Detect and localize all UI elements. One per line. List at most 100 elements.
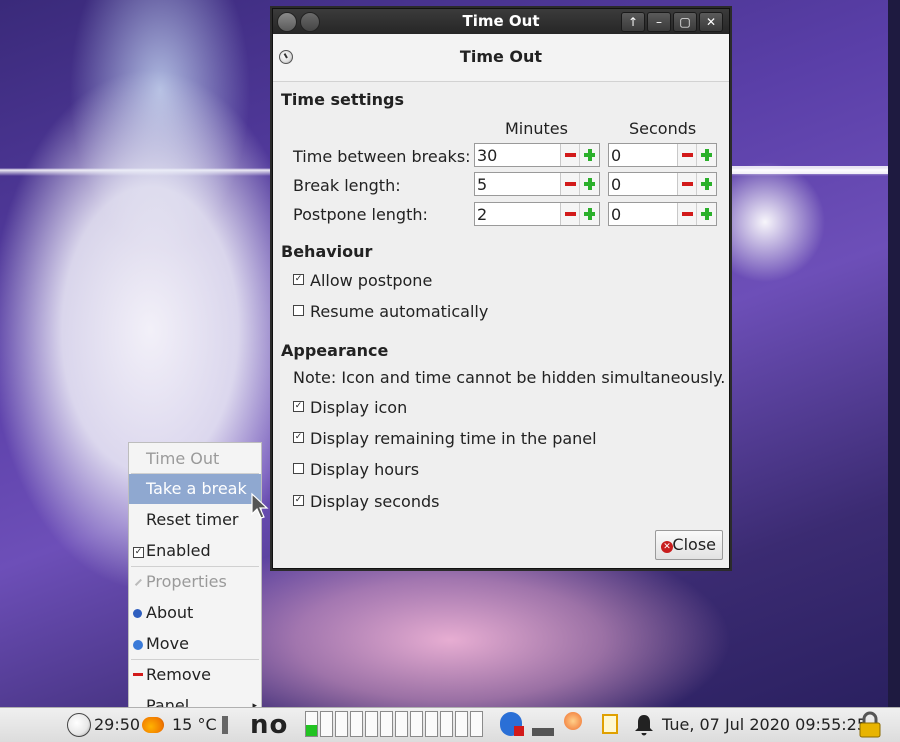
checkbox-checked[interactable]: ✓ xyxy=(293,432,304,443)
menu-item-move[interactable]: Move xyxy=(129,629,261,659)
properties-icon xyxy=(132,576,142,586)
postpone-length-seconds[interactable]: 0 xyxy=(608,202,717,226)
notification-bell-icon[interactable] xyxy=(632,713,656,737)
resume-automatically-checkbox[interactable]: Resume automatically xyxy=(293,302,488,321)
time-out-dialog: Time Out ↑ – ▢ ✕ Time Out Time settings … xyxy=(272,8,730,569)
close-button-label: Close xyxy=(672,535,716,554)
volume-icon[interactable] xyxy=(222,716,242,734)
appearance-note: Note: Icon and time cannot be hidden sim… xyxy=(293,368,726,387)
menu-item-reset-timer[interactable]: Reset timer xyxy=(129,505,261,535)
display-remaining-time-checkbox[interactable]: ✓ Display remaining time in the panel xyxy=(293,429,597,448)
cpu-bar xyxy=(470,711,483,737)
checkbox-unchecked[interactable] xyxy=(293,305,304,316)
remove-icon xyxy=(133,673,143,676)
window-maximize-button[interactable]: ▢ xyxy=(673,12,697,32)
time-out-timer[interactable]: 29:50 xyxy=(94,715,140,734)
close-icon: ✕ xyxy=(661,541,673,553)
spin-value: 30 xyxy=(477,146,498,165)
cpu-monitor-label: no xyxy=(250,710,289,740)
clipboard-icon[interactable] xyxy=(602,714,618,734)
checkbox-unchecked[interactable] xyxy=(293,463,304,474)
minus-icon[interactable] xyxy=(682,182,693,186)
spin-value: 2 xyxy=(477,205,488,224)
cpu-bar xyxy=(380,711,393,737)
window-close-button[interactable]: ✕ xyxy=(699,12,723,32)
postpone-length-minutes[interactable]: 2 xyxy=(474,202,600,226)
break-length-minutes[interactable]: 5 xyxy=(474,172,600,196)
minutes-column-header: Minutes xyxy=(505,119,568,138)
postpone-length-label: Postpone length: xyxy=(293,205,428,224)
window-minimize-button[interactable]: – xyxy=(647,12,671,32)
display-icon-label: Display icon xyxy=(310,398,408,417)
resume-automatically-label: Resume automatically xyxy=(310,302,489,321)
wallpaper-light-stripe xyxy=(730,166,890,174)
minus-icon[interactable] xyxy=(565,153,576,157)
display-hours-checkbox[interactable]: Display hours xyxy=(293,460,419,479)
allow-postpone-checkbox[interactable]: ✓ Allow postpone xyxy=(293,271,432,290)
network-icon[interactable] xyxy=(532,712,554,736)
appearance-heading: Appearance xyxy=(281,341,389,360)
menu-item-enabled[interactable]: ✓ Enabled xyxy=(129,536,261,566)
cpu-bar xyxy=(335,711,348,737)
checkbox-checked[interactable]: ✓ xyxy=(293,495,304,506)
time-between-breaks-label: Time between breaks: xyxy=(293,147,471,166)
break-length-label: Break length: xyxy=(293,176,401,195)
menu-item-take-a-break[interactable]: Take a break xyxy=(129,474,261,504)
minus-icon[interactable] xyxy=(565,212,576,216)
context-menu: Time Out Take a break Reset timer ✓ Enab… xyxy=(128,442,262,716)
time-settings-heading: Time settings xyxy=(281,90,405,109)
display-remaining-time-label: Display remaining time in the panel xyxy=(310,429,597,448)
spin-value: 0 xyxy=(611,146,622,165)
move-icon xyxy=(133,640,143,650)
menu-item-about[interactable]: About xyxy=(129,598,261,628)
minus-icon[interactable] xyxy=(682,212,693,216)
menu-item-remove-label: Remove xyxy=(146,665,211,684)
dialog-header: Time Out xyxy=(273,34,729,82)
time-out-clock-icon[interactable] xyxy=(67,713,91,737)
spin-value: 5 xyxy=(477,175,488,194)
display-seconds-checkbox[interactable]: ✓ Display seconds xyxy=(293,492,439,511)
cpu-bar xyxy=(350,711,363,737)
cpu-bar xyxy=(440,711,453,737)
minus-icon[interactable] xyxy=(565,182,576,186)
cpu-load-graph[interactable] xyxy=(305,711,493,739)
cpu-bar xyxy=(320,711,333,737)
window-titlebar[interactable]: Time Out ↑ – ▢ ✕ xyxy=(273,9,729,34)
lock-icon[interactable] xyxy=(858,711,882,739)
allow-postpone-label: Allow postpone xyxy=(310,271,433,290)
menu-item-remove[interactable]: Remove xyxy=(129,660,261,690)
weather-icon[interactable] xyxy=(142,717,164,733)
close-button[interactable]: ✕ Close xyxy=(655,530,723,560)
minus-icon[interactable] xyxy=(682,153,693,157)
weather-temperature[interactable]: 15 °C xyxy=(172,715,217,734)
menu-item-properties: Properties xyxy=(129,567,261,597)
seconds-column-header: Seconds xyxy=(629,119,697,138)
window-keep-above-button[interactable]: ↑ xyxy=(621,12,645,32)
break-length-seconds[interactable]: 0 xyxy=(608,172,717,196)
cpu-bar xyxy=(410,711,423,737)
display-icon-checkbox[interactable]: ✓ Display icon xyxy=(293,398,407,417)
bluetooth-icon[interactable] xyxy=(500,712,524,736)
info-icon xyxy=(133,609,142,618)
lightbulb-icon[interactable] xyxy=(564,712,582,730)
menu-item-about-label: About xyxy=(146,603,194,622)
checkbox-checked[interactable]: ✓ xyxy=(293,401,304,412)
cpu-bar xyxy=(425,711,438,737)
cpu-bar xyxy=(365,711,378,737)
wallpaper-edge xyxy=(888,0,900,707)
cpu-bar xyxy=(455,711,468,737)
cpu-bar xyxy=(305,711,318,737)
checkbox-checked: ✓ xyxy=(133,547,144,558)
menu-item-title: Time Out xyxy=(146,449,220,468)
time-between-breaks-minutes[interactable]: 30 xyxy=(474,143,600,167)
menu-item-move-label: Move xyxy=(146,634,189,653)
display-seconds-label: Display seconds xyxy=(310,492,440,511)
time-between-breaks-seconds[interactable]: 0 xyxy=(608,143,717,167)
cpu-bar xyxy=(395,711,408,737)
spin-value: 0 xyxy=(611,205,622,224)
spin-value: 0 xyxy=(611,175,622,194)
taskbar-datetime[interactable]: Tue, 07 Jul 2020 09:55:25 xyxy=(662,715,867,734)
menu-item-enabled-label: Enabled xyxy=(146,541,211,560)
display-hours-label: Display hours xyxy=(310,460,420,479)
checkbox-checked[interactable]: ✓ xyxy=(293,274,304,285)
